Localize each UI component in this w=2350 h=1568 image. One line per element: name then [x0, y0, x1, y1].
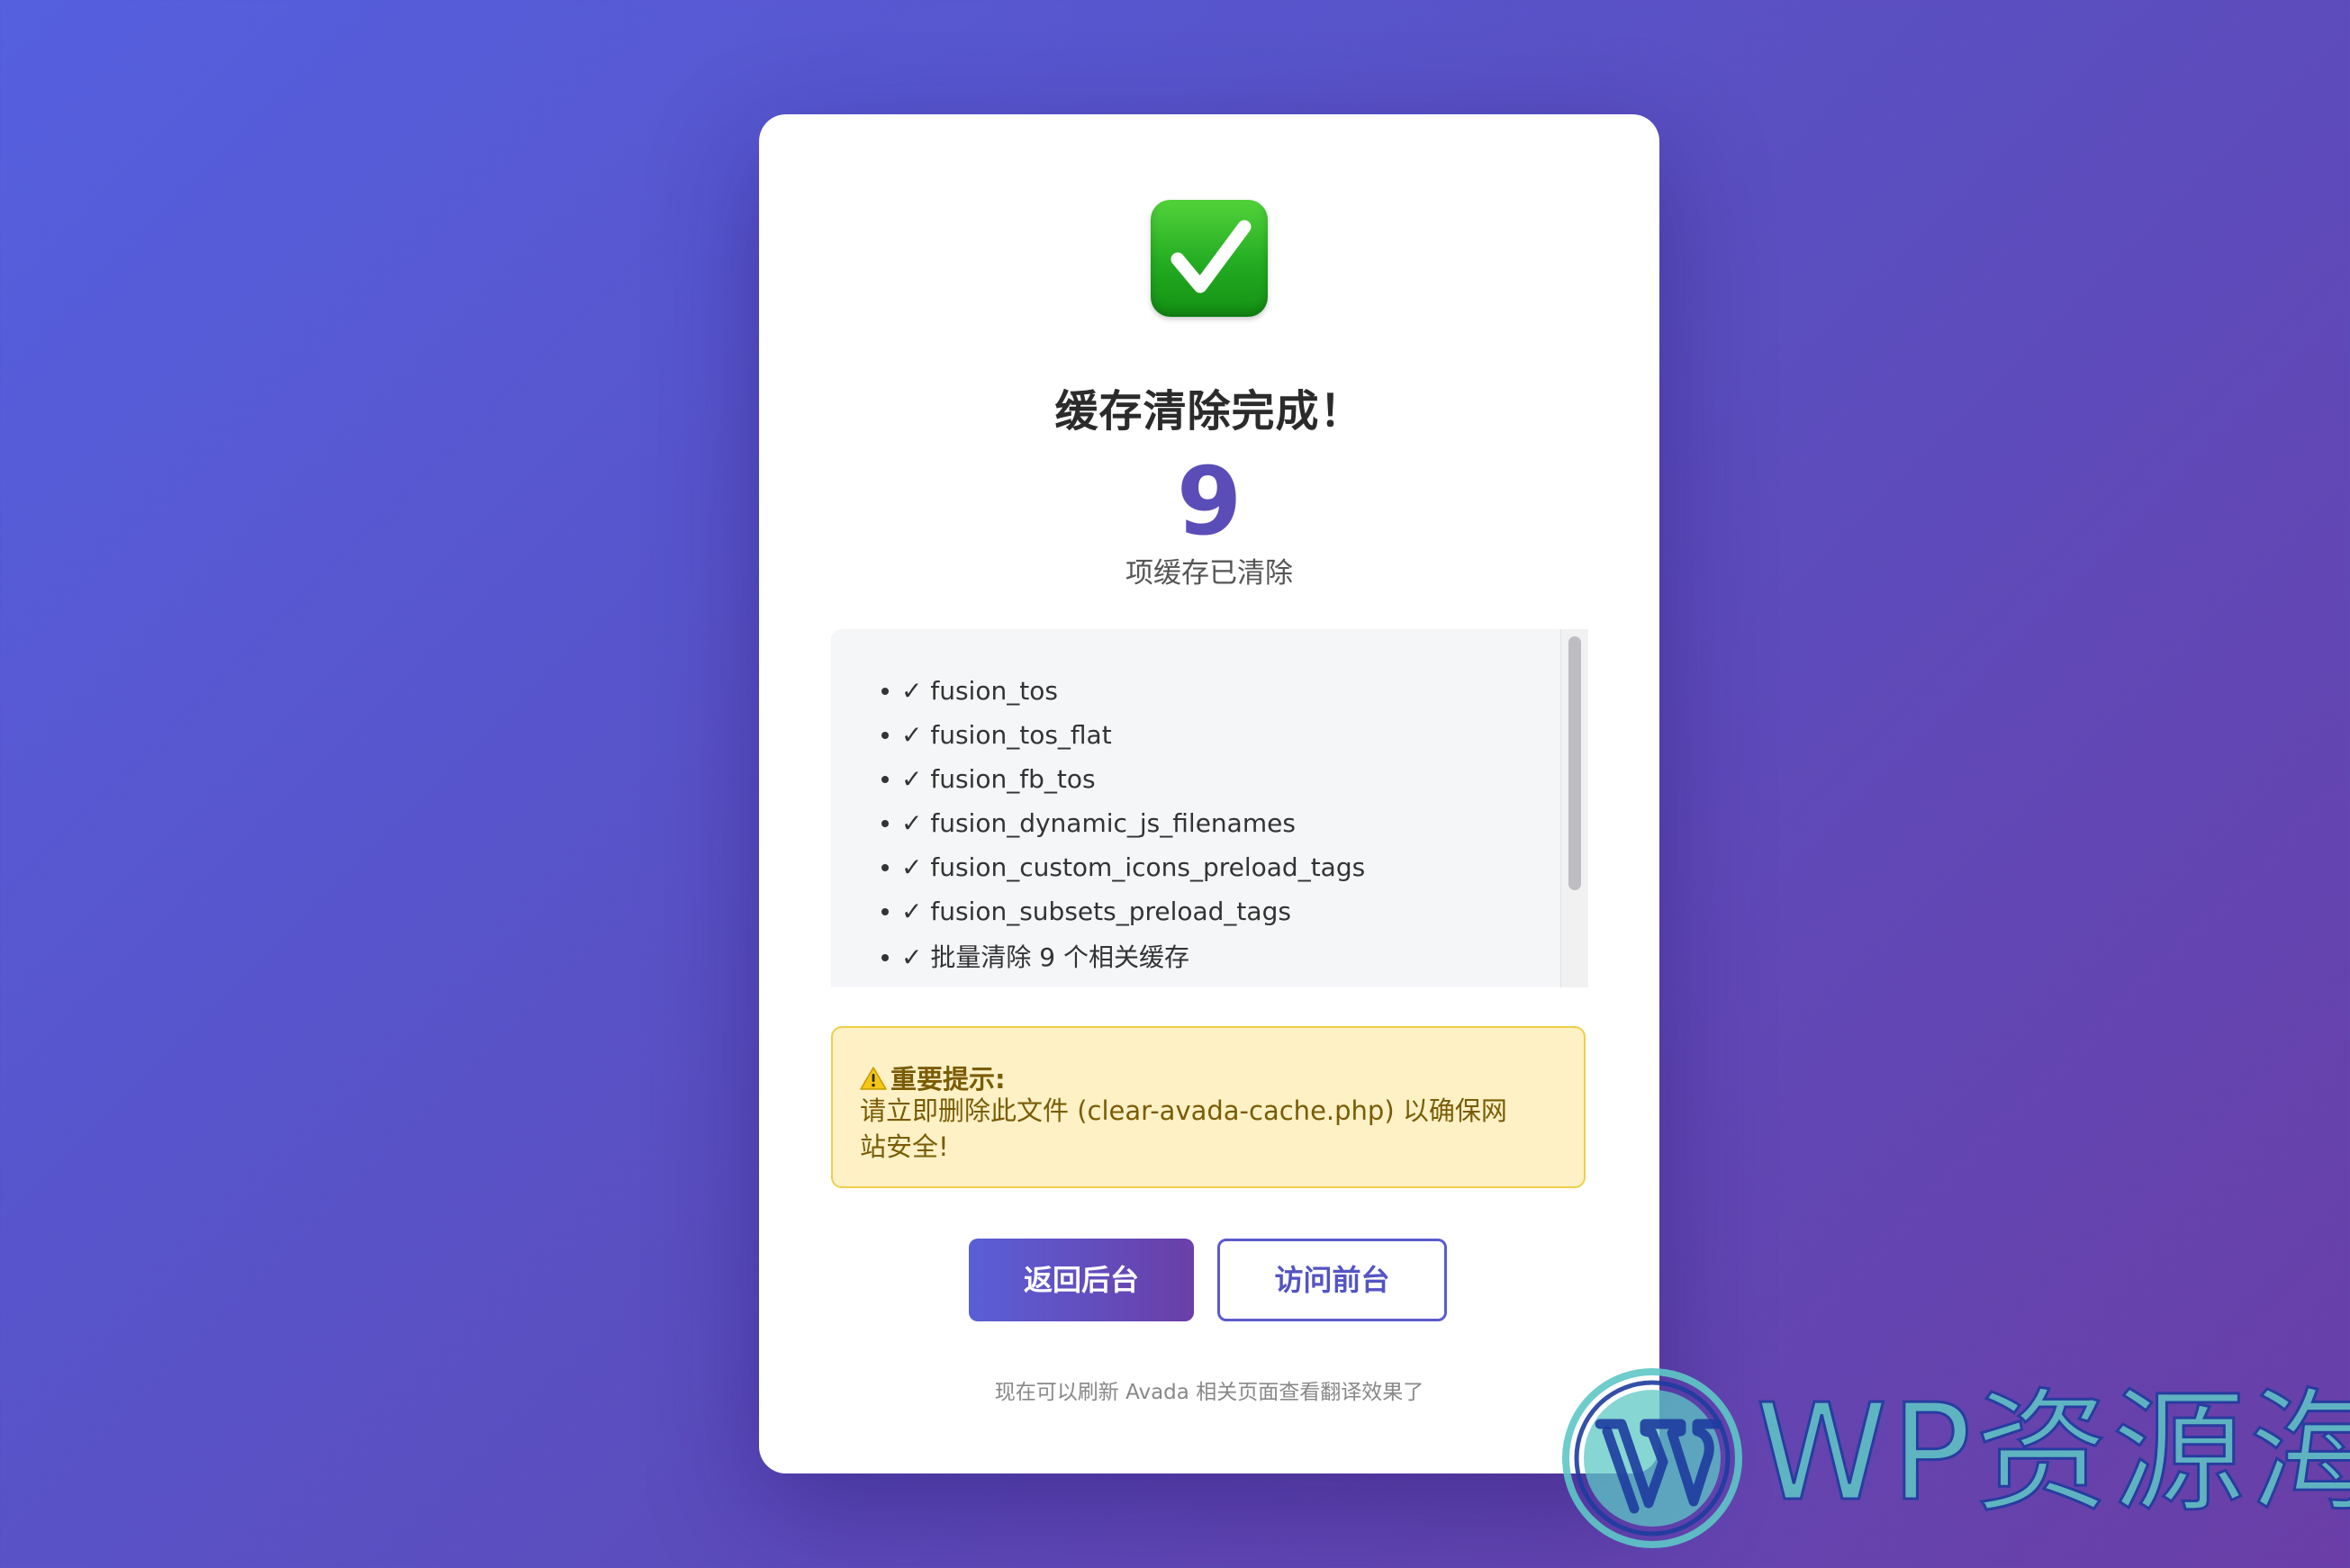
list-item: ✓ 批量清除 9 个相关缓存: [831, 935, 1587, 979]
warning-body: 请立即删除此文件 (clear-avada-cache.php) 以确保网站安全…: [860, 1095, 1507, 1162]
list-item: ✓ fusion_subsets_preload_tags: [831, 889, 1587, 933]
list-item: ✓ fusion_dynamic_js_filenames: [831, 801, 1587, 845]
page-title: 缓存清除完成！: [1054, 386, 1364, 437]
wordpress-logo-icon: [1562, 1368, 1742, 1548]
list-item: ✓ fusion_tos_flat: [831, 713, 1587, 757]
list-scrollbar-thumb[interactable]: [1568, 636, 1581, 890]
list-item: ✓ fusion_fb_tos: [831, 757, 1587, 801]
watermark: WP资源海: [1562, 1368, 2350, 1568]
cleared-items-list[interactable]: ✓ fusion_tos ✓ fusion_tos_flat ✓ fusion_…: [831, 629, 1587, 987]
watermark-text: WP资源海: [1755, 1375, 2350, 1530]
result-card: 缓存清除完成！ 9 项缓存已清除 ✓ fusion_tos ✓ fusion_t…: [759, 114, 1659, 1473]
footer-note: 现在可以刷新 Avada 相关页面查看翻译效果了: [994, 1381, 1424, 1404]
cleared-count: 9: [1176, 446, 1243, 556]
list-item: ✓ fusion_tos: [831, 669, 1587, 713]
list-item: ✓ fusion_custom_icons_preload_tags: [831, 845, 1587, 889]
back-to-admin-button[interactable]: 返回后台: [969, 1239, 1194, 1321]
visit-frontend-button[interactable]: 访问前台: [1217, 1239, 1447, 1321]
warning-heading: 重要提示:: [860, 1059, 1006, 1096]
warning-notice: 重要提示: 请立即删除此文件 (clear-avada-cache.php) 以…: [831, 1026, 1586, 1188]
check-mark-button-icon: [1151, 200, 1268, 317]
warning-heading-text: 重要提示:: [890, 1064, 1006, 1095]
cleared-count-label: 项缓存已清除: [1125, 557, 1293, 590]
warning-icon: [860, 1067, 887, 1090]
list-scrollbar[interactable]: [1560, 629, 1588, 987]
